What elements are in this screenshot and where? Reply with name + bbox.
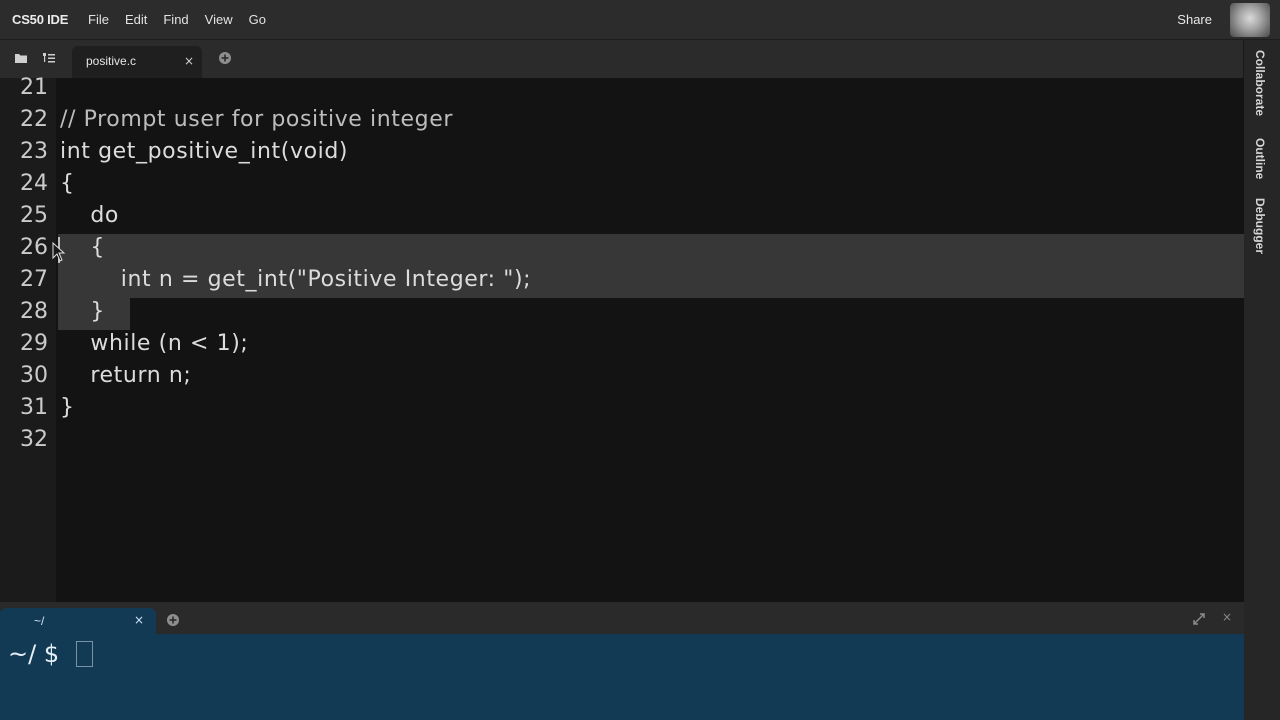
- code-line: 22 // Prompt user for positive integer: [0, 106, 1244, 138]
- line-number: 26: [20, 235, 48, 260]
- line-number: 28: [20, 299, 48, 324]
- line-number: 25: [20, 203, 48, 228]
- app-brand[interactable]: CS50 IDE: [12, 12, 68, 27]
- code-line: 24 {: [0, 170, 1244, 202]
- code-text: {: [60, 171, 75, 196]
- terminal-tab-strip: ~/ × ×: [0, 602, 1244, 634]
- line-number: 32: [20, 427, 48, 452]
- code-comment: // Prompt user for positive integer: [60, 107, 454, 132]
- tab-terminal[interactable]: ~/ ×: [0, 608, 156, 634]
- line-number: 31: [20, 395, 48, 420]
- line-number: 30: [20, 363, 48, 388]
- code-text: do: [60, 203, 119, 228]
- line-number: 29: [20, 331, 48, 356]
- code-line: 28 }: [0, 298, 1244, 330]
- code-editor[interactable]: 21 22 // Prompt user for positive intege…: [0, 75, 1244, 602]
- add-tab-icon[interactable]: [218, 51, 232, 65]
- code-line: 30 return n;: [0, 362, 1244, 394]
- line-number: 24: [20, 171, 48, 196]
- menu-edit[interactable]: Edit: [125, 12, 147, 27]
- line-number: 22: [20, 107, 48, 132]
- maximize-icon[interactable]: [1192, 612, 1206, 626]
- outline-panel-button[interactable]: Outline: [1253, 138, 1267, 179]
- code-text: int get_positive_int(void): [60, 139, 349, 164]
- collaborate-panel-button[interactable]: Collaborate: [1253, 50, 1267, 116]
- code-text: }: [60, 299, 105, 324]
- menu-file[interactable]: File: [88, 12, 109, 27]
- menu-go[interactable]: Go: [249, 12, 266, 27]
- tab-label: positive.c: [86, 54, 137, 68]
- mouse-pointer-icon: [52, 242, 66, 262]
- folder-icon[interactable]: [14, 52, 28, 64]
- code-text: while (n < 1);: [60, 331, 249, 356]
- code-text: }: [60, 395, 75, 420]
- terminal-cursor: [76, 641, 93, 667]
- terminal-tab-label: ~/: [34, 614, 45, 628]
- file-tree-icon[interactable]: [42, 52, 56, 64]
- close-icon[interactable]: ×: [184, 54, 194, 68]
- editor-tab-strip: positive.c ×: [0, 40, 1244, 78]
- code-line: 23 int get_positive_int(void): [0, 138, 1244, 170]
- user-avatar[interactable]: [1230, 3, 1270, 37]
- code-line: 25 do: [0, 202, 1244, 234]
- menu-find[interactable]: Find: [163, 12, 188, 27]
- code-line: 21: [0, 74, 1244, 106]
- share-button[interactable]: Share: [1177, 12, 1212, 27]
- code-line: 26 {: [0, 234, 1244, 266]
- right-sidebar: Collaborate Outline Debugger: [1243, 40, 1280, 720]
- terminal-prompt: ~/ $: [8, 640, 60, 668]
- debugger-panel-button[interactable]: Debugger: [1253, 198, 1267, 254]
- code-line: 27 int n = get_int("Positive Integer: ")…: [0, 266, 1244, 298]
- line-number: 21: [20, 75, 48, 100]
- add-terminal-icon[interactable]: [166, 613, 180, 627]
- menu-bar: CS50 IDE File Edit Find View Go Share: [0, 0, 1280, 40]
- code-text: {: [60, 235, 105, 260]
- main-menu: File Edit Find View Go: [88, 12, 282, 27]
- code-line: 32: [0, 426, 1244, 458]
- line-number: 27: [20, 267, 48, 292]
- menu-view[interactable]: View: [205, 12, 233, 27]
- terminal[interactable]: ~/ $: [0, 634, 1244, 720]
- code-line: 29 while (n < 1);: [0, 330, 1244, 362]
- line-number: 23: [20, 139, 48, 164]
- close-panel-icon[interactable]: ×: [1222, 610, 1232, 624]
- code-text: return n;: [60, 363, 192, 388]
- close-icon[interactable]: ×: [134, 613, 144, 627]
- code-line: 31 }: [0, 394, 1244, 426]
- code-text: int n = get_int("Positive Integer: ");: [60, 267, 532, 292]
